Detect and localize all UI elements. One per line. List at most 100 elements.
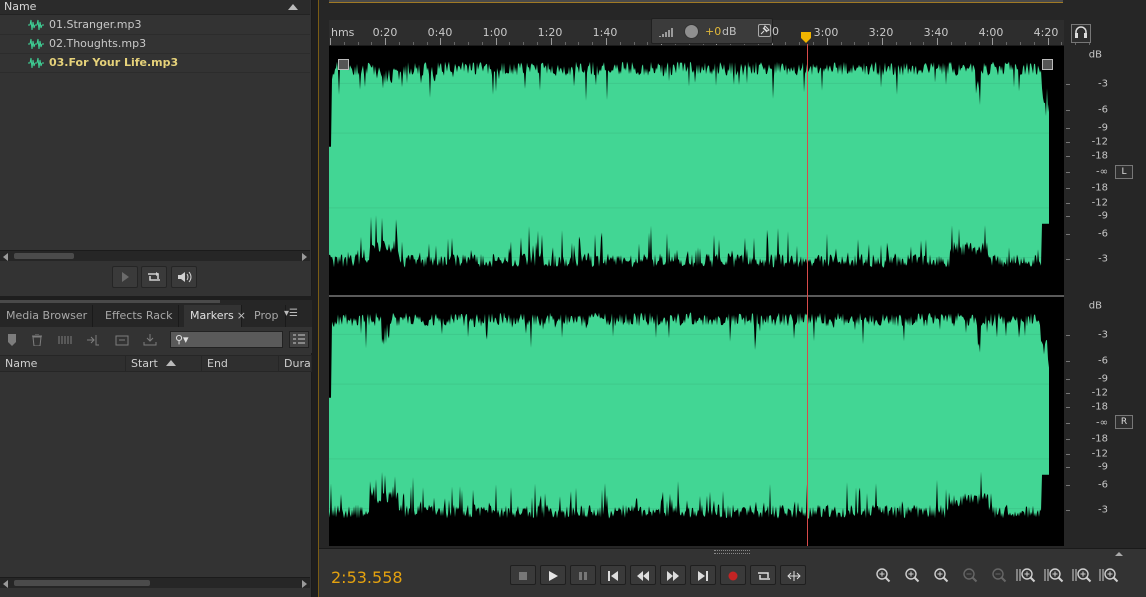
zoom-out-full-button[interactable]: [986, 567, 1008, 585]
go-to-start-icon: [608, 571, 618, 581]
marker-icon[interactable]: [5, 334, 19, 346]
column-label: Start: [131, 357, 158, 370]
db-scale-label: -6: [1098, 479, 1108, 491]
ruler-minor-tick: [1033, 42, 1035, 45]
batch-process-icon[interactable]: [143, 334, 157, 346]
ruler-minor-tick: [564, 42, 566, 45]
filter-markers-button[interactable]: [289, 331, 309, 348]
rewind-button[interactable]: [630, 565, 656, 585]
insert-into-playlist-icon[interactable]: [86, 334, 100, 346]
go-to-end-button[interactable]: [690, 565, 716, 585]
fade-out-handle-icon[interactable]: [1042, 59, 1053, 70]
ruler-minor-tick: [647, 42, 649, 45]
merge-markers-icon[interactable]: [58, 334, 72, 346]
db-scale-label: -3: [1098, 78, 1108, 90]
zoom-in-amplitude-icon: [876, 568, 891, 583]
sort-ascending-icon[interactable]: [288, 4, 298, 10]
export-audio-icon[interactable]: [115, 334, 129, 346]
markers-search-input[interactable]: ⚲▾: [170, 331, 283, 348]
ruler-minor-tick: [978, 42, 980, 45]
channel-badge-left[interactable]: L: [1115, 165, 1133, 179]
magnifier-dropdown-icon[interactable]: ⚲▾: [175, 333, 189, 346]
ruler-minor-tick: [481, 42, 483, 45]
column-header-name[interactable]: Name: [0, 356, 126, 372]
zoom-in-time-button[interactable]: [928, 567, 950, 585]
tab-effects-rack[interactable]: Effects Rack: [99, 305, 179, 327]
column-header-start[interactable]: Start: [126, 356, 202, 372]
scroll-left-arrow-icon[interactable]: [3, 580, 8, 588]
ruler-major-tick: [440, 38, 442, 45]
preview-loop-button[interactable]: [141, 266, 167, 288]
db-scale-label: -3: [1098, 329, 1108, 341]
amplitude-hud[interactable]: +0 dB 0: [651, 18, 779, 44]
go-to-start-button[interactable]: [600, 565, 626, 585]
waveform-shape: [329, 312, 1049, 519]
preview-play-button[interactable]: [112, 266, 138, 288]
gain-value[interactable]: +0: [705, 25, 721, 38]
panel-menu-icon[interactable]: ▾☰: [284, 308, 298, 319]
files-list-header[interactable]: Name: [0, 0, 310, 15]
tab-label: Effects Rack: [105, 309, 173, 322]
scroll-right-arrow-icon[interactable]: [302, 580, 307, 588]
file-row-for-your-life[interactable]: 03.For Your Life.mp3: [0, 54, 310, 73]
delete-marker-icon[interactable]: [30, 334, 44, 346]
waveform-channel-left[interactable]: [329, 46, 1064, 295]
skip-selection-button[interactable]: [780, 565, 806, 585]
timecode-display[interactable]: 2:53.558: [331, 568, 403, 587]
ruler-minor-tick: [371, 42, 373, 45]
zoom-to-right-button[interactable]: [1098, 567, 1120, 585]
zoom-selection-out-button[interactable]: [1043, 567, 1065, 585]
waveform-channel-right[interactable]: [329, 297, 1064, 546]
pin-hud-icon[interactable]: [758, 24, 771, 37]
scroll-right-arrow-icon[interactable]: [302, 253, 307, 261]
ruler-major-tick: [992, 38, 994, 45]
channel-badge-right[interactable]: R: [1115, 415, 1133, 429]
scroll-left-arrow-icon[interactable]: [3, 253, 8, 261]
tab-properties[interactable]: Prop: [248, 305, 286, 327]
zoom-in-amplitude-button[interactable]: [870, 567, 892, 585]
column-header-name[interactable]: Name: [4, 0, 36, 14]
db-scale-tick: [1066, 335, 1070, 336]
record-button[interactable]: [720, 565, 746, 585]
headphones-icon[interactable]: [1071, 24, 1091, 43]
file-name: 03.For Your Life.mp3: [49, 56, 179, 69]
files-horizontal-scrollbar[interactable]: [0, 250, 310, 261]
tab-media-browser[interactable]: Media Browser: [0, 305, 93, 327]
db-scale-tick: [1066, 379, 1070, 380]
fade-in-handle-icon[interactable]: [338, 59, 349, 70]
tabbar-drag-strip[interactable]: [0, 300, 220, 303]
pause-button[interactable]: [570, 565, 596, 585]
volume-knob[interactable]: [684, 24, 699, 39]
ruler-minor-tick: [619, 42, 621, 45]
markers-horizontal-scrollbar[interactable]: [0, 577, 310, 588]
zoom-out-time-button[interactable]: [957, 567, 979, 585]
loop-playback-button[interactable]: [750, 565, 776, 585]
audio-wave-icon: [28, 57, 44, 69]
playhead-line[interactable]: [807, 44, 808, 546]
tab-markers[interactable]: Markers ×: [184, 305, 246, 327]
files-panel: Name 01.Stranger.mp3 02.Thoughts.mp3 03.…: [0, 0, 312, 296]
ruler-minor-tick: [357, 42, 359, 45]
preview-autoplay-button[interactable]: [171, 266, 197, 288]
zoom-selection-in-button[interactable]: [1015, 567, 1037, 585]
play-button[interactable]: [540, 565, 566, 585]
db-scale-label: -9: [1098, 210, 1108, 222]
scrollbar-thumb[interactable]: [14, 253, 74, 259]
file-row-stranger[interactable]: 01.Stranger.mp3: [0, 16, 310, 35]
ruler-tick-label: 4:00: [978, 26, 1004, 39]
scrollbar-thumb[interactable]: [14, 580, 150, 586]
stop-button[interactable]: [510, 565, 536, 585]
tab-close-icon[interactable]: ×: [237, 309, 246, 322]
fast-forward-button[interactable]: [660, 565, 686, 585]
tab-label: Markers: [190, 309, 234, 322]
panel-resize-icon[interactable]: [1115, 552, 1123, 556]
overview-strip[interactable]: [329, 0, 1063, 3]
ruler-minor-tick: [523, 42, 525, 45]
zoom-to-left-button[interactable]: [1071, 567, 1093, 585]
column-header-end[interactable]: End: [202, 356, 279, 372]
horizontal-scroll-grip[interactable]: [714, 550, 750, 554]
zoom-out-amplitude-button[interactable]: [899, 567, 921, 585]
ruler-minor-tick: [813, 42, 814, 45]
file-row-thoughts[interactable]: 02.Thoughts.mp3: [0, 35, 310, 54]
column-header-duration[interactable]: Durat: [279, 356, 312, 372]
